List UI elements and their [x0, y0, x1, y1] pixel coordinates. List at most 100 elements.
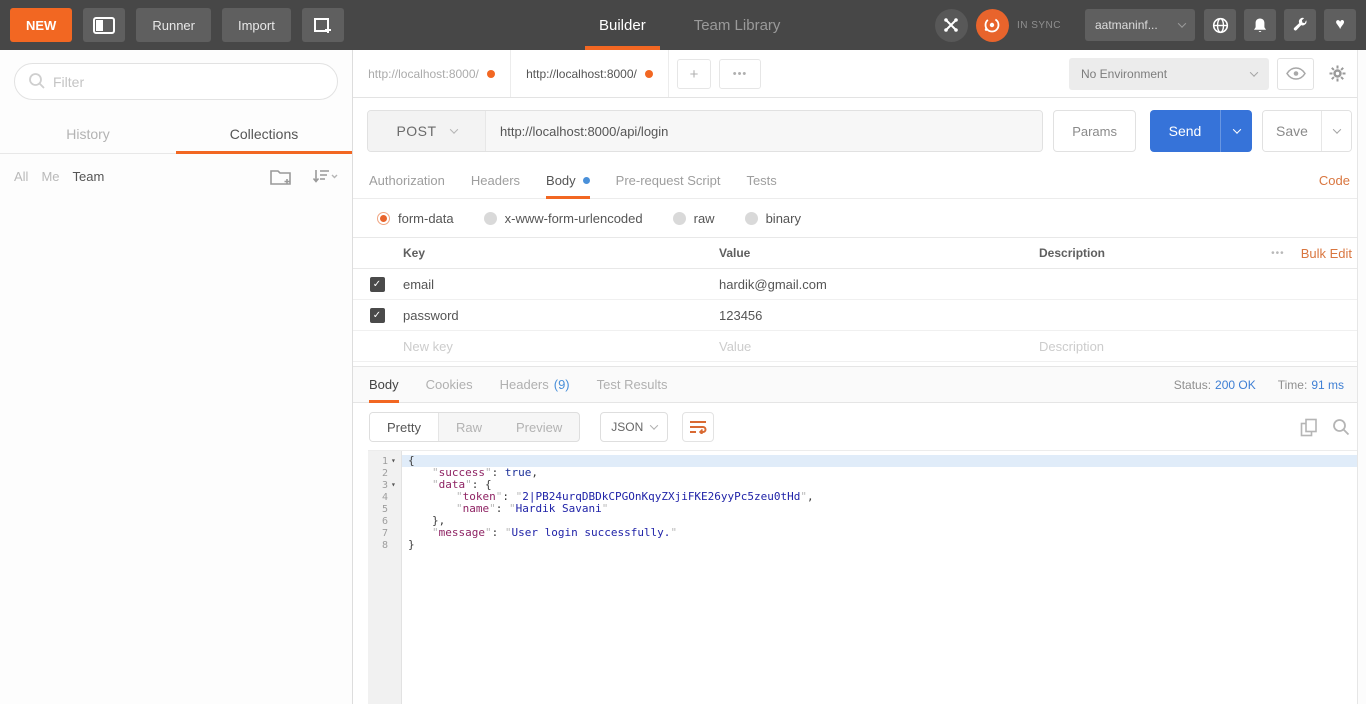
scope-all[interactable]: All	[14, 169, 28, 184]
send-options-button[interactable]	[1220, 110, 1252, 152]
table-options-icon[interactable]: •••	[1271, 248, 1285, 259]
tab-builder[interactable]: Builder	[585, 0, 660, 50]
globe-icon	[1212, 17, 1229, 34]
request-tab-2[interactable]: http://localhost:8000/	[511, 50, 669, 97]
environment-preview-button[interactable]	[1277, 57, 1314, 90]
tab-body[interactable]: Body	[546, 162, 590, 199]
proxy-capture-button[interactable]	[934, 8, 968, 42]
topbar-tabs: Builder Team Library	[585, 0, 814, 50]
fold-arrow-icon: ▾	[391, 456, 396, 465]
new-window-button[interactable]	[301, 8, 344, 42]
new-button[interactable]: NEW	[10, 8, 73, 42]
response-header: Body Cookies Headers (9) Test Results St…	[353, 366, 1366, 403]
radio-form-data[interactable]: form-data	[377, 211, 454, 226]
json-code-pane[interactable]: {"success": true, "data": {"token": "2|PB…	[402, 451, 1366, 704]
app-body: History Collections All Me Team http://l…	[0, 50, 1366, 704]
row-checkbox[interactable]: ✓	[369, 276, 385, 292]
chevron-down-icon	[650, 421, 659, 430]
line-number: 8	[381, 539, 388, 551]
line-number[interactable]: 3 ▾	[368, 479, 401, 491]
request-editor-tabs: Authorization Headers Body Pre-request S…	[353, 162, 1366, 199]
table-header-row: Key Value Description ••• Bulk Edit	[353, 237, 1366, 269]
column-value: Value	[719, 246, 751, 260]
chevron-down-icon	[449, 125, 458, 134]
wrap-text-button[interactable]	[682, 412, 715, 442]
search-response-icon[interactable]	[1332, 418, 1350, 436]
tab-collections[interactable]: Collections	[176, 116, 352, 154]
line-number: 5	[381, 503, 388, 515]
sort-icon[interactable]	[312, 168, 338, 184]
wrap-text-icon	[689, 420, 707, 434]
notifications-button[interactable]	[1244, 9, 1276, 41]
favorites-button[interactable]: ♥	[1324, 9, 1356, 41]
time-value: 91 ms	[1311, 377, 1344, 392]
response-tab-body[interactable]: Body	[369, 367, 399, 403]
import-button[interactable]: Import	[221, 8, 291, 42]
radio-raw[interactable]: raw	[672, 211, 715, 226]
line-number[interactable]: 1 ▾	[368, 455, 401, 467]
settings-wrench-button[interactable]	[1284, 9, 1316, 41]
tab-authorization[interactable]: Authorization	[369, 162, 445, 198]
format-select[interactable]: JSON	[600, 412, 669, 442]
value-cell[interactable]: hardik@gmail.com	[717, 277, 1037, 292]
method-select[interactable]: POST	[368, 111, 486, 151]
scope-me[interactable]: Me	[41, 169, 59, 184]
tab-options-button[interactable]: •••	[719, 59, 761, 89]
form-data-table: Key Value Description ••• Bulk Edit ✓ ema…	[353, 237, 1366, 362]
radio-x-www-form-urlencoded[interactable]: x-www-form-urlencoded	[483, 211, 643, 226]
sidebar-toggle-button[interactable]	[83, 8, 126, 42]
send-button[interactable]: Send	[1150, 110, 1220, 152]
new-window-icon	[312, 16, 334, 34]
radio-icon	[744, 212, 758, 225]
params-button[interactable]: Params	[1053, 110, 1136, 152]
sync-button[interactable]	[975, 8, 1009, 42]
row-checkbox[interactable]: ✓	[369, 307, 385, 323]
runner-button[interactable]: Runner	[136, 8, 211, 42]
new-folder-icon[interactable]	[270, 167, 294, 186]
filter-input[interactable]	[14, 63, 338, 100]
interceptor-button[interactable]	[1204, 9, 1236, 41]
copy-icon[interactable]	[1300, 418, 1318, 437]
response-tab-headers[interactable]: Headers (9)	[500, 367, 570, 402]
heart-icon: ♥	[1335, 16, 1345, 33]
response-tab-cookies[interactable]: Cookies	[426, 367, 473, 402]
view-preview-button[interactable]: Preview	[499, 413, 579, 441]
new-value-input[interactable]: Value	[717, 339, 1037, 354]
new-tab-button[interactable]: +	[677, 59, 711, 89]
code-line: {	[402, 455, 1366, 467]
response-tab-test-results[interactable]: Test Results	[597, 367, 668, 402]
bulk-edit-link[interactable]: Bulk Edit	[1301, 246, 1352, 261]
line-number: 7	[381, 527, 388, 539]
fold-arrow-icon: ▾	[391, 480, 396, 489]
url-input[interactable]	[486, 111, 1043, 151]
environment-select[interactable]: No Environment	[1069, 57, 1269, 90]
sync-status-label: IN SYNC	[1016, 19, 1061, 31]
new-key-input[interactable]: New key	[401, 339, 717, 354]
radio-binary[interactable]: binary	[744, 211, 801, 226]
tab-team-library[interactable]: Team Library	[680, 0, 795, 50]
environment-settings-button[interactable]	[1322, 58, 1352, 90]
view-pretty-button[interactable]: Pretty	[370, 413, 439, 441]
key-cell[interactable]: password	[401, 308, 717, 323]
account-dropdown[interactable]: aatmaninf...	[1085, 9, 1195, 41]
tab-tests[interactable]: Tests	[746, 162, 776, 198]
radio-icon	[377, 212, 390, 225]
tab-headers[interactable]: Headers	[471, 162, 520, 198]
key-cell[interactable]: email	[401, 277, 717, 292]
line-number: 4	[381, 491, 388, 503]
main-panel: http://localhost:8000/ http://localhost:…	[353, 50, 1366, 704]
save-options-button[interactable]	[1321, 111, 1351, 151]
value-cell[interactable]: 123456	[717, 308, 1037, 323]
main-scrollbar[interactable]	[1357, 50, 1366, 704]
request-tab-1[interactable]: http://localhost:8000/	[353, 50, 511, 97]
view-raw-button[interactable]: Raw	[439, 413, 499, 441]
column-description: Description	[1039, 246, 1106, 260]
new-description-input[interactable]: Description	[1037, 339, 1208, 354]
tab-prerequest-script[interactable]: Pre-request Script	[616, 162, 721, 198]
save-button[interactable]: Save	[1263, 111, 1321, 151]
line-number: 6	[381, 515, 388, 527]
chevron-down-icon	[1249, 67, 1259, 77]
scope-team[interactable]: Team	[73, 169, 105, 184]
tab-history[interactable]: History	[0, 116, 176, 153]
code-link[interactable]: Code	[1319, 173, 1350, 188]
